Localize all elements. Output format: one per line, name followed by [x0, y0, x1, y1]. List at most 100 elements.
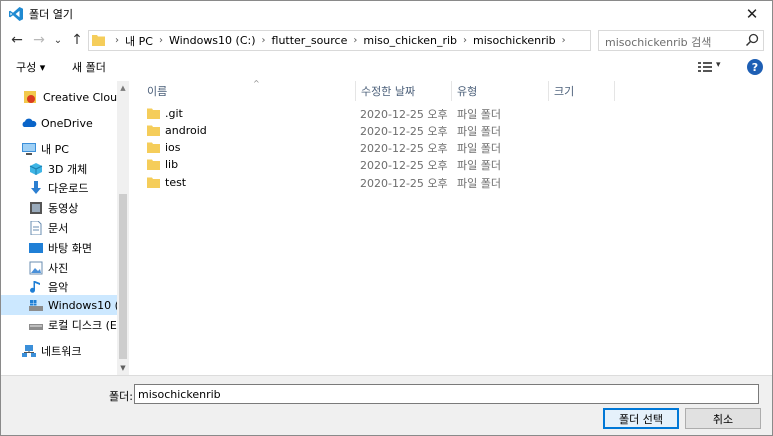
pc-icon [22, 143, 36, 155]
file-name: ios [165, 141, 181, 154]
column-divider[interactable] [614, 81, 615, 101]
sidebar-item-label: 다운로드 [48, 182, 89, 195]
folder-icon [147, 142, 160, 153]
file-date: 2020-12-25 오후... [360, 107, 448, 121]
scrollbar-thumb[interactable] [119, 194, 127, 359]
column-header-type[interactable]: 유형 [451, 81, 548, 101]
column-header-label: 크기 [554, 85, 575, 98]
scroll-down-icon[interactable]: ▼ [117, 361, 129, 375]
title-bar: 폴더 열기 ✕ [1, 1, 772, 27]
sidebar-item-desktop[interactable]: 바탕 화면 [1, 238, 117, 258]
recent-locations-button[interactable]: ⌄ [48, 30, 68, 50]
table-row[interactable]: android 2020-12-25 오후... 파일 폴더 [131, 122, 772, 139]
sidebar-item-network[interactable]: 네트워크 [1, 341, 117, 361]
view-options-icon[interactable] [697, 60, 713, 74]
chevron-right-icon[interactable]: › [353, 35, 357, 46]
sidebar-item-music[interactable]: 음악 [1, 277, 117, 297]
file-type: 파일 폴더 [457, 176, 501, 190]
sidebar-item-creative-cloud[interactable]: Creative Cloud Fil [1, 87, 117, 107]
sidebar-item-label: 네트워크 [41, 345, 82, 358]
sidebar-item-label: 바탕 화면 [48, 242, 92, 255]
help-icon[interactable]: ? [747, 59, 763, 75]
table-row[interactable]: ios 2020-12-25 오후... 파일 폴더 [131, 139, 772, 156]
sidebar-item-pictures[interactable]: 사진 [1, 258, 117, 278]
up-button[interactable]: ↑ [67, 30, 87, 50]
organize-button[interactable]: 구성 ▾ [16, 59, 45, 75]
file-name: lib [165, 158, 179, 171]
file-name: test [165, 176, 187, 189]
back-button[interactable]: ← [7, 30, 27, 50]
music-icon [30, 281, 40, 293]
chevron-right-icon[interactable]: › [262, 35, 266, 46]
sidebar-item-local-disk-e[interactable]: 로컬 디스크 (E:) [1, 315, 117, 335]
column-header-name[interactable]: 이름 ^ [141, 79, 355, 101]
folder-icon [147, 177, 160, 188]
column-header-label: 이름 [147, 85, 168, 98]
search-input[interactable]: misochickenrib 검색 [598, 30, 764, 51]
sidebar-item-label: 동영상 [48, 202, 79, 215]
breadcrumb-item-miso-chicken-rib[interactable]: miso_chicken_rib [363, 34, 457, 47]
folder-icon [147, 159, 160, 170]
column-header-size[interactable]: 크기 [548, 81, 614, 101]
breadcrumb-item-drive[interactable]: Windows10 (C:) [169, 34, 256, 47]
sidebar-item-label: 음악 [48, 281, 69, 294]
sidebar-item-pc[interactable]: 내 PC [1, 139, 117, 159]
file-type: 파일 폴더 [457, 107, 501, 121]
window-title: 폴더 열기 [29, 8, 73, 21]
new-folder-button[interactable]: 새 폴더 [72, 59, 106, 75]
file-name-cell: .git [147, 105, 347, 122]
scroll-up-icon[interactable]: ▲ [117, 81, 129, 95]
desktop-icon [29, 243, 43, 253]
column-header-date[interactable]: 수정한 날짜 [355, 81, 451, 101]
pictures-icon [29, 261, 43, 275]
table-row[interactable]: .git 2020-12-25 오후... 파일 폴더 [131, 105, 772, 122]
close-button[interactable]: ✕ [732, 1, 772, 27]
table-row[interactable]: test 2020-12-25 오후... 파일 폴더 [131, 174, 772, 191]
sidebar-item-windows10-c[interactable]: Windows10 (C:) [1, 295, 117, 315]
folder-name-input[interactable] [134, 384, 759, 404]
sidebar-item-videos[interactable]: 동영상 [1, 198, 117, 218]
chevron-right-icon[interactable]: › [159, 35, 163, 46]
forward-button[interactable]: → [29, 30, 49, 50]
chevron-right-icon[interactable]: › [463, 35, 467, 46]
vscode-icon [9, 7, 23, 21]
select-folder-button[interactable]: 폴더 선택 [603, 408, 679, 429]
sidebar-scrollbar[interactable]: ▲ ▼ [117, 81, 129, 375]
onedrive-icon [22, 118, 37, 127]
column-header-label: 유형 [457, 85, 478, 98]
navigation-bar: ← → ⌄ ↑ › 내 PC › Windows10 (C:) › flutte… [1, 27, 772, 53]
sort-ascending-icon: ^ [253, 79, 260, 88]
chevron-right-icon: › [115, 35, 119, 46]
folder-field-label: 폴더: [109, 390, 133, 403]
sidebar-item-3d-objects[interactable]: 3D 개체 [1, 159, 117, 179]
search-icon[interactable] [745, 33, 759, 47]
address-bar[interactable]: › 내 PC › Windows10 (C:) › flutter_source… [88, 30, 674, 51]
sidebar-item-label: Creative Cloud Fil [43, 90, 117, 104]
view-dropdown-icon[interactable]: ▾ [716, 60, 721, 70]
sidebar-item-label: 사진 [48, 262, 69, 275]
file-date: 2020-12-25 오후... [360, 176, 448, 190]
creative-cloud-icon [24, 91, 36, 103]
folder-open-dialog: 폴더 열기 ✕ ← → ⌄ ↑ › 내 PC › Windows10 (C:) … [0, 0, 773, 436]
3d-objects-icon [29, 163, 43, 175]
table-row[interactable]: lib 2020-12-25 오후... 파일 폴더 [131, 156, 772, 173]
sidebar-item-label: Windows10 (C:) [48, 298, 117, 312]
breadcrumb-item-misochickenrib[interactable]: misochickenrib [473, 34, 556, 47]
file-type: 파일 폴더 [457, 141, 501, 155]
sidebar-item-downloads[interactable]: 다운로드 [1, 178, 117, 198]
breadcrumb-item-pc[interactable]: 내 PC [125, 33, 153, 49]
sidebar-item-documents[interactable]: 문서 [1, 218, 117, 238]
sidebar-item-onedrive[interactable]: OneDrive [1, 113, 117, 133]
drive-c-icon [29, 300, 43, 311]
breadcrumb-item-flutter-source[interactable]: flutter_source [272, 34, 348, 47]
cancel-button[interactable]: 취소 [685, 408, 761, 429]
dialog-footer: 폴더: 폴더 선택 취소 [1, 375, 772, 435]
videos-icon [30, 202, 42, 214]
navigation-pane: Creative Cloud Fil OneDrive 내 PC 3D 개체 다… [1, 81, 129, 375]
sidebar-item-label: 내 PC [41, 143, 69, 156]
file-date: 2020-12-25 오후... [360, 124, 448, 138]
search-placeholder: misochickenrib 검색 [605, 36, 712, 49]
file-name: .git [165, 107, 183, 120]
file-date: 2020-12-25 오후... [360, 158, 448, 172]
chevron-right-icon[interactable]: › [562, 35, 566, 46]
